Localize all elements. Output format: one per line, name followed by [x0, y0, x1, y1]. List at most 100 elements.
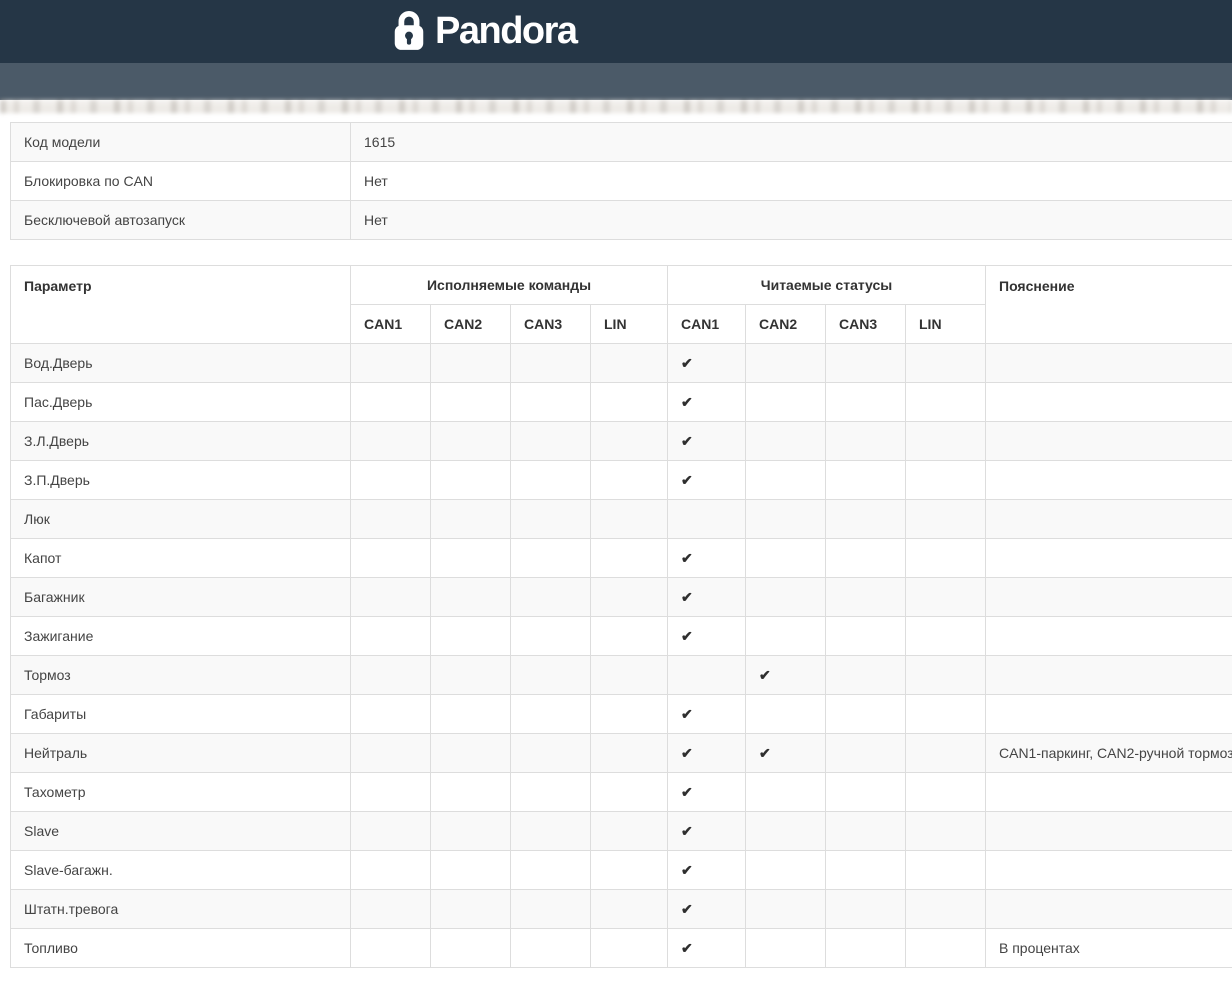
- status-can3-cell: [825, 694, 906, 734]
- status-can1-cell: ✔: [667, 928, 746, 968]
- cmd-can2-cell: [430, 694, 511, 734]
- table-row: Блокировка по CAN Нет: [10, 161, 1232, 201]
- status-can3-cell: [825, 343, 906, 383]
- blurred-text-strip: [0, 100, 1232, 113]
- table-row: Тормоз ✔: [10, 655, 1232, 695]
- status-can1-cell: ✔: [667, 694, 746, 734]
- cmd-lin-cell: [590, 421, 668, 461]
- padlock-icon: [390, 7, 428, 56]
- param-cell: Нейтраль: [10, 733, 351, 773]
- status-can2-cell: ✔: [745, 733, 826, 773]
- cmd-can2-header: CAN2: [430, 304, 511, 344]
- info-value: 1615: [350, 122, 1232, 162]
- info-label: Код модели: [10, 122, 351, 162]
- status-can2-cell: [745, 616, 826, 656]
- status-can2-cell: [745, 694, 826, 734]
- cmd-can3-cell: [510, 499, 591, 539]
- status-can3-cell: [825, 616, 906, 656]
- status-lin-cell: [905, 655, 986, 695]
- table-row: Штатн.тревога ✔: [10, 889, 1232, 929]
- cmd-can2-cell: [430, 499, 511, 539]
- status-lin-cell: [905, 694, 986, 734]
- status-can1-cell: ✔: [667, 850, 746, 890]
- cmd-can1-cell: [350, 850, 431, 890]
- status-can2-cell: [745, 499, 826, 539]
- cmd-can3-cell: [510, 772, 591, 812]
- status-lin-cell: [905, 538, 986, 578]
- status-can1-cell: ✔: [667, 772, 746, 812]
- status-can3-cell: [825, 811, 906, 851]
- note-cell: [985, 850, 1232, 890]
- table-row: Бесключевой автозапуск Нет: [10, 200, 1232, 240]
- cmd-can1-cell: [350, 499, 431, 539]
- table-row: Slave-багажн. ✔: [10, 850, 1232, 890]
- pandora-logo-link[interactable]: Pandora: [390, 7, 578, 56]
- cmd-lin-cell: [590, 850, 668, 890]
- cmd-can3-cell: [510, 694, 591, 734]
- table-row: Тахометр ✔: [10, 772, 1232, 812]
- cmd-can3-cell: [510, 382, 591, 422]
- cmd-can2-cell: [430, 343, 511, 383]
- group-header-row: Параметр Исполняемые команды Читаемые ст…: [10, 265, 1232, 344]
- cmd-can1-cell: [350, 460, 431, 500]
- cmd-can3-header: CAN3: [510, 304, 591, 344]
- table-row: Багажник ✔: [10, 577, 1232, 617]
- status-can2-cell: [745, 382, 826, 422]
- info-label: Блокировка по CAN: [10, 161, 351, 201]
- cmd-can1-header: CAN1: [350, 304, 431, 344]
- status-can3-cell: [825, 538, 906, 578]
- note-cell: [985, 382, 1232, 422]
- table-row: Нейтраль ✔ ✔ CAN1-паркинг, CAN2-ручной торм…: [10, 733, 1232, 773]
- cmd-can1-cell: [350, 772, 431, 812]
- cmd-can1-cell: [350, 928, 431, 968]
- status-can1-cell: ✔: [667, 577, 746, 617]
- table-row: Топливо ✔ В процентах: [10, 928, 1232, 968]
- param-cell: З.П.Дверь: [10, 460, 351, 500]
- status-can1-cell: ✔: [667, 733, 746, 773]
- status-can1-cell: [667, 655, 746, 695]
- status-lin-cell: [905, 577, 986, 617]
- status-can3-cell: [825, 889, 906, 929]
- status-can3-cell: [825, 850, 906, 890]
- note-cell: [985, 343, 1232, 383]
- cmd-can2-cell: [430, 421, 511, 461]
- status-can2-cell: [745, 928, 826, 968]
- status-can3-cell: [825, 499, 906, 539]
- note-cell: [985, 577, 1232, 617]
- note-cell: [985, 460, 1232, 500]
- status-can1-cell: [667, 499, 746, 539]
- note-cell: [985, 538, 1232, 578]
- status-lin-cell: [905, 772, 986, 812]
- cmd-can1-cell: [350, 538, 431, 578]
- cmd-can3-cell: [510, 538, 591, 578]
- status-lin-cell: [905, 499, 986, 539]
- status-can3-cell: [825, 655, 906, 695]
- status-can3-cell: [825, 421, 906, 461]
- commands-group-header: Исполняемые команды: [350, 265, 668, 305]
- status-lin-cell: [905, 382, 986, 422]
- status-lin-cell: [905, 616, 986, 656]
- status-can2-cell: [745, 460, 826, 500]
- param-cell: Штатн.тревога: [10, 889, 351, 929]
- cmd-can2-cell: [430, 772, 511, 812]
- cmd-lin-header: LIN: [590, 304, 668, 344]
- cmd-can1-cell: [350, 577, 431, 617]
- status-can2-cell: [745, 577, 826, 617]
- param-cell: Габариты: [10, 694, 351, 734]
- status-can3-cell: [825, 460, 906, 500]
- top-header-bar: Pandora: [0, 0, 1232, 63]
- status-can2-cell: [745, 772, 826, 812]
- cmd-can2-cell: [430, 850, 511, 890]
- param-cell: Тормоз: [10, 655, 351, 695]
- param-cell: Люк: [10, 499, 351, 539]
- status-can1-cell: ✔: [667, 811, 746, 851]
- status-can3-cell: [825, 928, 906, 968]
- note-cell: CAN1-паркинг, CAN2-ручной тормоз: [985, 733, 1232, 773]
- cmd-can3-cell: [510, 655, 591, 695]
- cmd-can1-cell: [350, 733, 431, 773]
- table-row: Вод.Дверь ✔: [10, 343, 1232, 383]
- status-can2-cell: [745, 421, 826, 461]
- param-cell: Тахометр: [10, 772, 351, 812]
- cmd-can2-cell: [430, 889, 511, 929]
- param-cell: Багажник: [10, 577, 351, 617]
